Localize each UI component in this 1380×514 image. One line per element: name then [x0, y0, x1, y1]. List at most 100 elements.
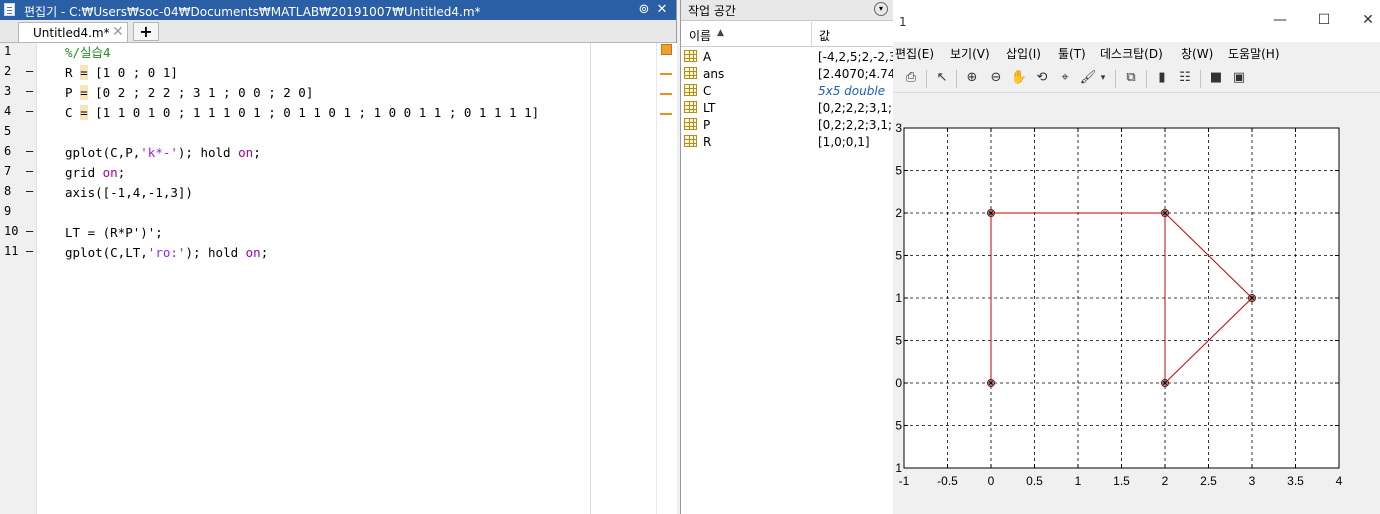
line-number[interactable]: 11–: [4, 244, 34, 264]
breakpoint-dash[interactable]: –: [26, 164, 33, 178]
breakpoint-dash[interactable]: –: [26, 184, 33, 198]
code-token: ;: [117, 165, 126, 180]
figure-menu-item[interactable]: 툴(T): [1058, 45, 1086, 62]
hide-plot-tools-icon[interactable]: ■: [1207, 69, 1225, 87]
workspace-variable-row[interactable]: A [-4,2,5;2,-2,3;: [681, 49, 893, 66]
breakpoint-dash[interactable]: –: [26, 84, 33, 98]
variable-value: [-4,2,5;2,-2,3;: [818, 50, 893, 64]
workspace-variable-row[interactable]: R [1,0;0,1]: [681, 134, 893, 151]
plot-axes[interactable]: -1 -0.5 0 0.5 1 1.5 2 2.5 3 3.5 4 1 5 0 5 1 5 2 5 3: [893, 93, 1380, 514]
data-cursor-icon[interactable]: ⌖: [1056, 69, 1074, 87]
line-number[interactable]: 3–: [4, 84, 34, 104]
code-line[interactable]: gplot(C,LT,'ro:'); hold on;: [65, 244, 268, 264]
brush-icon[interactable]: 🖌: [1079, 69, 1097, 87]
x-tick-label: 3: [1249, 474, 1256, 488]
line-number[interactable]: 2–: [4, 64, 34, 84]
code-line[interactable]: P = [0 2 ; 2 2 ; 3 1 ; 0 0 ; 2 0]: [65, 84, 313, 104]
editor-title: 편집기 - C:₩Users₩soc-04₩Documents₩MATLAB₩2…: [24, 5, 481, 19]
maximize-icon[interactable]: ☐: [1309, 12, 1339, 32]
code-token: axis([-1,4,-1,3]): [65, 185, 193, 200]
code-line[interactable]: axis([-1,4,-1,3]): [65, 184, 193, 204]
sort-ascending-icon[interactable]: ▲: [717, 28, 724, 38]
workspace-variable-row[interactable]: P [0,2;2,2;3,1;0,: [681, 117, 893, 134]
warning-marker[interactable]: [660, 113, 672, 115]
code-area[interactable]: %/실습4 R = [1 0 ; 0 1] P = [0 2 ; 2 2 ; 3 1…: [37, 43, 590, 514]
column-header-name[interactable]: 이름: [689, 27, 711, 44]
code-line[interactable]: LT = (R*P')';: [65, 224, 163, 244]
figure-menu-item[interactable]: 삽입(I): [1006, 45, 1041, 62]
toolbar-separator: [1200, 70, 1201, 88]
warning-indicator-icon[interactable]: [661, 44, 672, 55]
brush-dropdown-icon[interactable]: ▾: [1098, 69, 1108, 87]
x-tick-label: 1: [1075, 474, 1082, 488]
breakpoint-dash[interactable]: –: [26, 104, 33, 118]
y-tick-label: 2: [895, 206, 902, 220]
pointer-icon[interactable]: ↖: [933, 69, 951, 87]
line-number[interactable]: 1: [4, 44, 34, 64]
close-icon[interactable]: ✕: [1353, 12, 1380, 32]
breakpoint-dash[interactable]: –: [26, 224, 33, 238]
line-number[interactable]: 6–: [4, 144, 34, 164]
matrix-variable-icon: [684, 118, 697, 130]
code-line[interactable]: gplot(C,P,'k*-'); hold on;: [65, 144, 261, 164]
rotate-3d-icon[interactable]: ⟲: [1033, 69, 1051, 87]
minimize-icon[interactable]: —: [1265, 12, 1295, 32]
figure-menu-item[interactable]: 창(W): [1181, 45, 1213, 62]
line-number[interactable]: 9: [4, 204, 34, 224]
warning-marker[interactable]: [660, 73, 672, 75]
colorbar-icon[interactable]: ▮: [1153, 69, 1171, 87]
breakpoint-dash[interactable]: –: [26, 144, 33, 158]
editor-tabbar: Untitled4.m* ✕ +: [0, 20, 676, 43]
panel-menu-icon[interactable]: ⊚: [636, 2, 652, 18]
x-tick-label: 3.5: [1287, 474, 1304, 488]
line-number[interactable]: 10–: [4, 224, 34, 244]
panel-menu-icon[interactable]: ▾: [874, 2, 888, 16]
line-number[interactable]: 5: [4, 124, 34, 144]
workspace-table-header: 이름 ▲ 값: [681, 22, 893, 47]
warning-marker[interactable]: [660, 93, 672, 95]
graph-node-star: [1249, 295, 1255, 301]
figure-menu-item[interactable]: 편집(E): [895, 45, 934, 62]
column-divider[interactable]: [811, 22, 812, 46]
close-icon[interactable]: ✕: [654, 2, 670, 18]
code-line[interactable]: C = [1 1 0 1 0 ; 1 1 1 0 1 ; 0 1 1 0 1 ;…: [65, 104, 539, 124]
workspace-variable-row[interactable]: LT [0,2;2,2;3,1;0,: [681, 100, 893, 117]
breakpoint-dash[interactable]: –: [26, 64, 33, 78]
variable-name: LT: [703, 101, 716, 115]
code-token: ); hold: [177, 145, 239, 160]
figure-menu-item[interactable]: 데스크탑(D): [1100, 45, 1163, 62]
code-line[interactable]: %/실습4: [65, 44, 111, 64]
print-icon[interactable]: ⎙: [902, 69, 920, 87]
graph-node-star: [988, 210, 994, 216]
variable-name: C: [703, 84, 712, 98]
add-tab-button[interactable]: +: [133, 22, 159, 41]
x-tick-label: 0: [988, 474, 995, 488]
breakpoint-dash[interactable]: –: [26, 244, 33, 258]
editor-panel: 편집기 - C:₩Users₩soc-04₩Documents₩MATLAB₩2…: [0, 0, 677, 514]
workspace-variable-row[interactable]: ans [2.4070;4.747: [681, 66, 893, 83]
line-number[interactable]: 4–: [4, 104, 34, 124]
zoom-in-icon[interactable]: ⊕: [963, 69, 981, 87]
y-tick-label: 0: [895, 376, 902, 390]
workspace-variable-row[interactable]: C 5x5 double: [681, 83, 893, 100]
figure-menu-item[interactable]: 도움말(H): [1228, 45, 1280, 62]
editor-titlebar: 편집기 - C:₩Users₩soc-04₩Documents₩MATLAB₩2…: [0, 0, 676, 20]
code-token: [1 1 0 1 0 ; 1 1 1 0 1 ; 0 1 1 0 1 ; 1 0…: [87, 105, 540, 120]
line-number[interactable]: 7–: [4, 164, 34, 184]
tab-untitled4[interactable]: Untitled4.m* ✕: [18, 22, 128, 42]
code-line[interactable]: grid on;: [65, 164, 125, 184]
show-plot-tools-icon[interactable]: ▣: [1230, 69, 1248, 87]
figure-menu-item[interactable]: 보기(V): [950, 45, 990, 62]
legend-icon[interactable]: ☷: [1176, 69, 1194, 87]
tab-close-icon[interactable]: ✕: [112, 24, 124, 40]
link-plot-icon[interactable]: ⧉: [1122, 69, 1140, 87]
y-tick-label: 3: [895, 121, 902, 135]
pan-hand-icon[interactable]: ✋: [1010, 69, 1028, 87]
zoom-out-icon[interactable]: ⊖: [987, 69, 1005, 87]
column-header-value[interactable]: 값: [819, 27, 830, 44]
toolbar-separator: [956, 70, 957, 88]
line-number[interactable]: 8–: [4, 184, 34, 204]
code-line[interactable]: R = [1 0 ; 0 1]: [65, 64, 178, 84]
toolbar-separator: [1146, 70, 1147, 88]
workspace-panel: 작업 공간 ▾ 이름 ▲ 값 A [-4,2,5;2,-2,3; ans [2.407…: [680, 0, 894, 514]
